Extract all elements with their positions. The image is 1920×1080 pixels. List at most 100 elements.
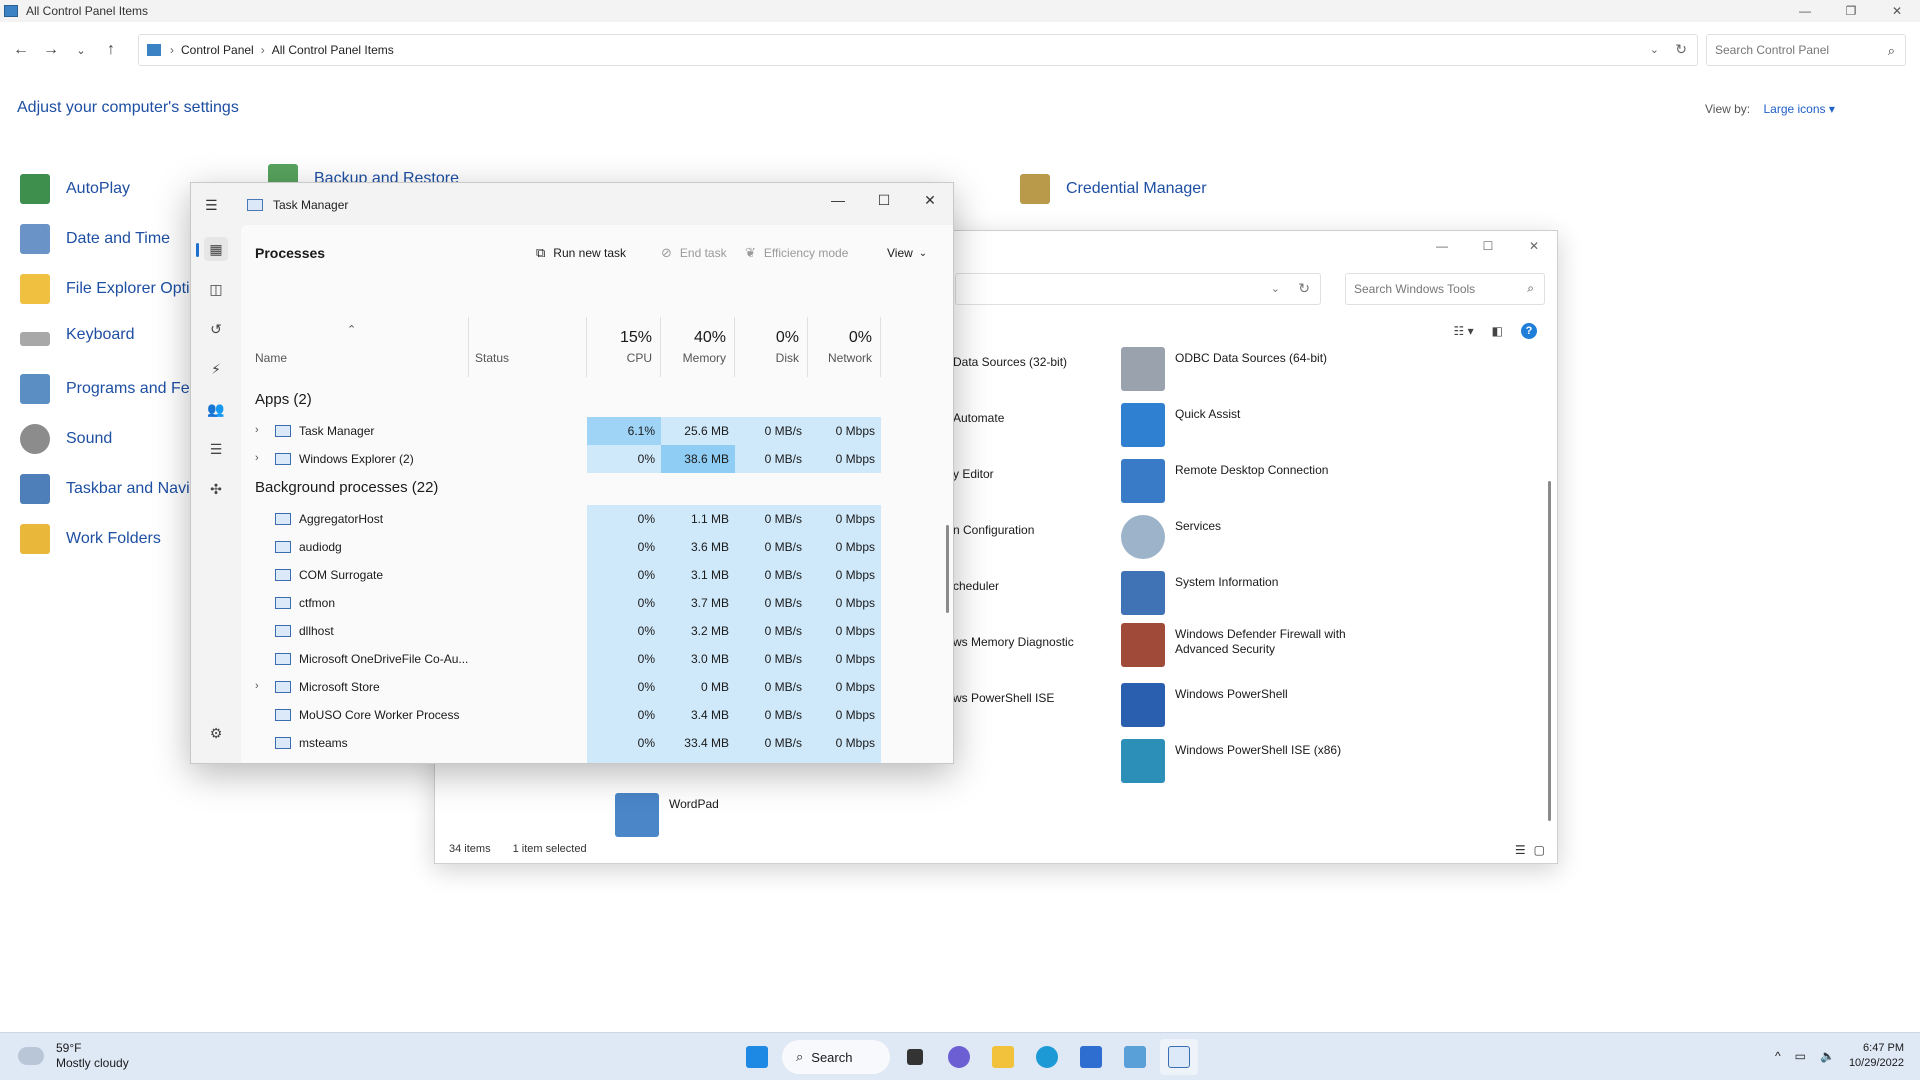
clock[interactable]: 6:47 PM 10/29/2022 — [1849, 1041, 1904, 1071]
edge-button[interactable] — [1028, 1039, 1066, 1075]
process-row[interactable]: dllhost 0% 3.2 MB 0 MB/s 0 Mbps — [241, 617, 953, 645]
column-header-status[interactable]: Status — [469, 317, 587, 377]
process-row[interactable]: msteams 0% 33.4 MB 0 MB/s 0 Mbps — [241, 729, 953, 757]
refresh-icon[interactable]: ↻ — [1298, 280, 1310, 297]
breadcrumb-all-items[interactable]: All Control Panel Items — [272, 43, 394, 57]
control-panel-taskbar-button[interactable] — [1116, 1039, 1154, 1075]
cp-item-autoplay[interactable]: AutoPlay — [20, 174, 130, 204]
breadcrumb-control-panel[interactable]: Control Panel — [181, 43, 254, 57]
cp-item-taskbar-navigation[interactable]: Taskbar and Navig — [20, 474, 199, 504]
chat-button[interactable] — [940, 1039, 978, 1075]
file-explorer-button[interactable] — [984, 1039, 1022, 1075]
process-row[interactable]: ctfmon 0% 3.7 MB 0 MB/s 0 Mbps — [241, 589, 953, 617]
preview-pane-icon[interactable]: ◧ — [1492, 324, 1503, 338]
network-icon[interactable]: ▭ — [1795, 1049, 1806, 1063]
run-new-task-button[interactable]: ⧉ Run new task — [536, 239, 626, 267]
cp-item-programs-features[interactable]: Programs and Feat — [20, 374, 203, 404]
tool-item-services[interactable]: Services — [1121, 515, 1221, 559]
close-icon[interactable]: ✕ — [907, 183, 953, 217]
tool-item[interactable]: ws Memory Diagnostic — [953, 631, 1074, 650]
performance-icon[interactable]: ◫ — [204, 277, 228, 301]
cp-item-file-explorer-options[interactable]: File Explorer Optio — [20, 274, 199, 304]
tool-item[interactable]: y Editor — [953, 463, 994, 482]
process-row[interactable]: audiodg 0% 3.6 MB 0 MB/s 0 Mbps — [241, 533, 953, 561]
view-button[interactable]: View ⌄ — [887, 239, 927, 267]
tool-item-powershell[interactable]: Windows PowerShell — [1121, 683, 1288, 727]
task-view-button[interactable] — [896, 1039, 934, 1075]
hamburger-menu-icon[interactable]: ☰ — [205, 197, 218, 214]
tool-item[interactable]: ws PowerShell ISE — [953, 687, 1054, 706]
expand-chevron-icon[interactable]: › — [255, 680, 259, 692]
task-manager-taskbar-button[interactable] — [1160, 1039, 1198, 1075]
tool-item-wordpad[interactable]: WordPad — [615, 793, 719, 837]
forward-arrow-icon[interactable]: → — [36, 35, 66, 65]
control-panel-search-input[interactable]: Search Control Panel ⌕ — [1706, 34, 1906, 66]
users-icon[interactable]: 👥 — [204, 397, 228, 421]
maximize-icon[interactable]: ☐ — [1465, 231, 1511, 261]
tool-item[interactable]: Automate — [953, 407, 1004, 426]
scrollbar[interactable] — [1548, 481, 1551, 821]
tool-item-system-information[interactable]: System Information — [1121, 571, 1278, 615]
expand-chevron-icon[interactable]: › — [255, 424, 259, 436]
app-history-icon[interactable]: ↺ — [204, 317, 228, 341]
column-header-disk[interactable]: 0% Disk — [735, 317, 808, 377]
start-button[interactable] — [738, 1039, 776, 1075]
cp-item-work-folders[interactable]: Work Folders — [20, 524, 161, 554]
tool-item-defender-firewall[interactable]: Windows Defender Firewall with Advanced S… — [1121, 623, 1346, 667]
tool-item[interactable]: cheduler — [953, 575, 999, 594]
process-row[interactable]: ›Runtime Broker0%2.4 MB0 MB/s0 Mbps — [241, 757, 953, 763]
process-row[interactable]: › Task Manager 6.1% 25.6 MB 0 MB/s 0 Mbps — [241, 417, 953, 445]
help-icon[interactable]: ? — [1521, 323, 1537, 339]
process-row[interactable]: Microsoft OneDriveFile Co-Au... 0% 3.0 MB 0… — [241, 645, 953, 673]
services-puzzle-icon[interactable]: ✣ — [204, 477, 228, 501]
processes-icon[interactable]: ▦ — [196, 237, 228, 261]
details-view-icon[interactable]: ☰ — [1515, 843, 1526, 857]
store-button[interactable] — [1072, 1039, 1110, 1075]
process-row[interactable]: AggregatorHost 0% 1.1 MB 0 MB/s 0 Mbps — [241, 505, 953, 533]
expand-chevron-icon[interactable]: › — [255, 452, 259, 464]
maximize-icon[interactable]: ☐ — [861, 183, 907, 217]
process-row[interactable]: › Windows Explorer (2) 0% 38.6 MB 0 MB/s 0 Mb… — [241, 445, 953, 473]
column-header-memory[interactable]: 40% Memory — [661, 317, 735, 377]
taskbar-search-button[interactable]: ⌕ Search — [782, 1040, 890, 1074]
tool-item-quick-assist[interactable]: Quick Assist — [1121, 403, 1240, 447]
tool-item-odbc-64[interactable]: ODBC Data Sources (64-bit) — [1121, 347, 1327, 391]
tool-item[interactable]: n Configuration — [953, 519, 1034, 538]
restore-icon[interactable]: ❐ — [1828, 0, 1874, 22]
up-arrow-icon[interactable]: ↑ — [96, 35, 126, 65]
column-header-name[interactable]: ⌃ Name — [241, 317, 469, 377]
end-task-button[interactable]: ⊘ End task — [661, 239, 727, 267]
cp-item-sound[interactable]: Sound — [20, 424, 112, 454]
chevron-down-icon[interactable]: ⌄ — [1271, 282, 1280, 295]
windows-tools-search-input[interactable]: Search Windows Tools ⌕ — [1345, 273, 1545, 305]
weather-widget[interactable]: 59°F Mostly cloudy — [18, 1041, 129, 1071]
process-row[interactable]: MoUSO Core Worker Process 0% 3.4 MB 0 MB/s 0… — [241, 701, 953, 729]
tool-item[interactable]: Data Sources (32-bit) — [953, 351, 1067, 370]
cp-item-date-time[interactable]: Date and Time — [20, 224, 170, 254]
cp-item-credential-manager[interactable]: Credential Manager — [1020, 174, 1207, 204]
back-arrow-icon[interactable]: ← — [6, 35, 36, 65]
scrollbar[interactable] — [946, 525, 949, 613]
cp-item-keyboard[interactable]: Keyboard — [20, 324, 135, 346]
startup-apps-icon[interactable]: ⚡ — [204, 357, 228, 381]
settings-gear-icon[interactable]: ⚙ — [204, 721, 228, 745]
refresh-icon[interactable]: ↻ — [1675, 41, 1687, 58]
large-icons-view-icon[interactable]: ▢ — [1534, 843, 1545, 857]
recent-locations-chevron-icon[interactable]: ⌄ — [66, 35, 96, 65]
process-row[interactable]: › Microsoft Store 0% 0 MB 0 MB/s 0 Mbps — [241, 673, 953, 701]
windows-tools-address-bar[interactable]: ⌄ ↻ — [955, 273, 1321, 305]
close-icon[interactable]: ✕ — [1874, 0, 1920, 22]
chevron-up-icon[interactable]: ^ — [1775, 1049, 1781, 1063]
view-by-dropdown[interactable]: Large icons ▾ — [1763, 102, 1834, 116]
details-icon[interactable]: ☰ — [204, 437, 228, 461]
tool-item-powershell-ise-x86[interactable]: Windows PowerShell ISE (x86) — [1121, 739, 1341, 783]
minimize-icon[interactable]: — — [815, 183, 861, 217]
column-header-cpu[interactable]: 15% CPU — [587, 317, 661, 377]
close-icon[interactable]: ✕ — [1511, 231, 1557, 261]
process-row[interactable]: COM Surrogate 0% 3.1 MB 0 MB/s 0 Mbps — [241, 561, 953, 589]
chevron-down-icon[interactable]: ⌄ — [1650, 43, 1659, 56]
minimize-icon[interactable]: — — [1782, 0, 1828, 22]
address-bar[interactable]: › Control Panel › All Control Panel Item… — [138, 34, 1698, 66]
minimize-icon[interactable]: — — [1419, 231, 1465, 261]
efficiency-mode-button[interactable]: ❦ Efficiency mode — [745, 239, 848, 267]
